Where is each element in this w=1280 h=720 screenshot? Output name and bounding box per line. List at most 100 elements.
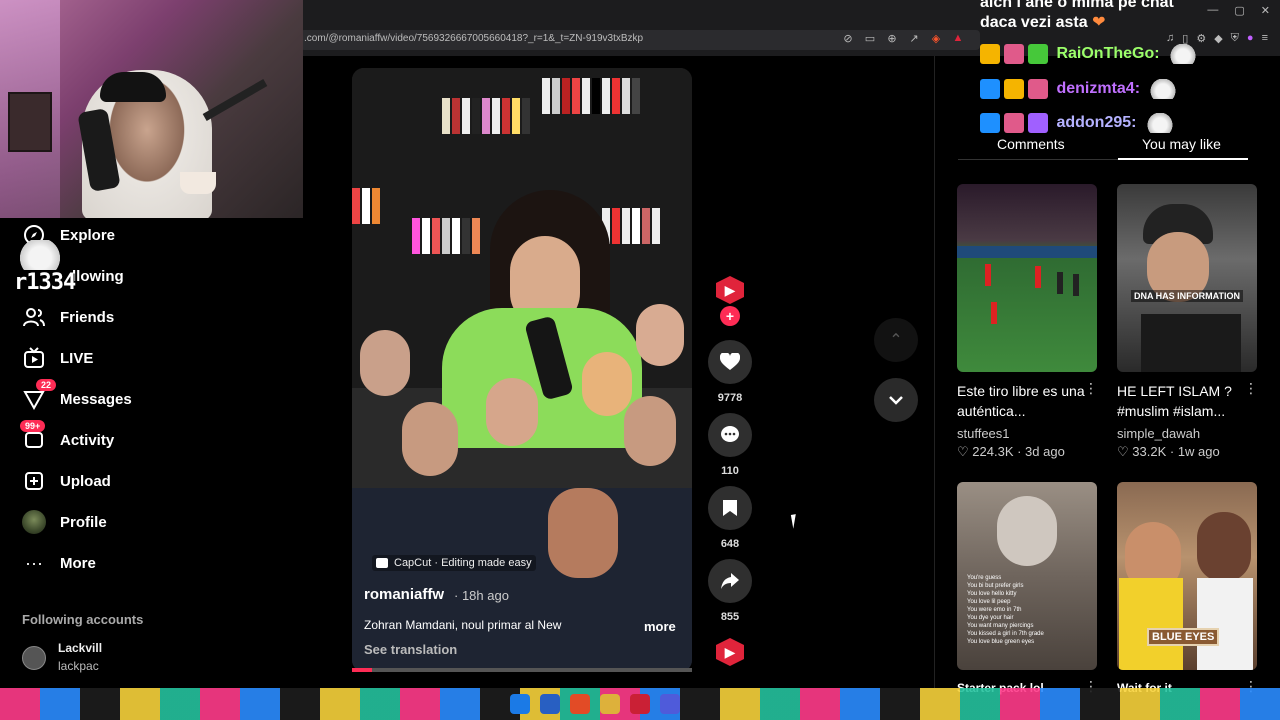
bookmark-icon[interactable] (708, 486, 752, 530)
chevron-down-icon (889, 396, 903, 405)
sidebar-item-upload[interactable]: Upload (22, 466, 111, 496)
video-player[interactable] (352, 68, 692, 672)
vpn-icon[interactable]: ⛨ (1231, 32, 1239, 45)
share-count: 855 (720, 611, 740, 623)
mod-badge-icon (980, 113, 1000, 133)
active-tab-indicator (1118, 158, 1248, 160)
video-thumbnail[interactable]: BLUE EYES (1117, 482, 1257, 670)
windows-start-icon[interactable] (510, 694, 530, 714)
video-thumbnail[interactable]: You're guess You bi but prefer girls You l… (957, 482, 1097, 670)
share-action: 855 (708, 559, 752, 623)
brave-shield-icon[interactable]: ◈ (928, 32, 944, 45)
card-title[interactable]: Este tiro libre es una auténtica... (957, 381, 1087, 421)
card-author[interactable]: stuffees1 (957, 426, 1010, 441)
video-progress-track[interactable] (352, 668, 692, 672)
zoom-icon[interactable]: ⊕ (884, 32, 900, 45)
profile-icon[interactable]: ● (1247, 32, 1254, 45)
author-avatar-button[interactable]: ▶ (716, 276, 744, 304)
account-name[interactable]: Lackvill (58, 641, 102, 655)
creeper-badge-icon (1004, 113, 1024, 133)
more-vertical-icon[interactable]: ⋮ (1244, 380, 1258, 397)
save-action: 648 (708, 486, 752, 550)
chat-username: denizmta4: (1056, 80, 1141, 98)
creeper-badge-icon (1004, 44, 1024, 64)
chat-message-top-2: daca vezi asta ❤ (980, 14, 1106, 31)
sidebar-item-label: Friends (60, 308, 115, 326)
tab-you-may-like[interactable]: You may like (1142, 136, 1221, 152)
sidebar-item-label: LIVE (60, 349, 94, 367)
avatar[interactable] (22, 646, 46, 670)
close-icon[interactable]: ✕ (1261, 4, 1270, 17)
chat-username: addon295: (1056, 114, 1137, 132)
heart-icon[interactable] (708, 340, 752, 384)
thumbnail-overlay-text: BLUE EYES (1147, 628, 1220, 646)
maximize-icon[interactable]: ▢ (1234, 4, 1244, 17)
sidebar-item-friends[interactable]: Friends (22, 302, 114, 332)
music-disc-icon[interactable]: ▶ (716, 638, 744, 666)
wallet-icon[interactable]: ◆ (1214, 32, 1222, 45)
folder-icon[interactable] (600, 694, 620, 714)
sidebar-item-messages[interactable]: 22 Messages (22, 379, 132, 414)
mod-badge-icon (980, 79, 1000, 99)
tab-comments[interactable]: Comments (997, 136, 1065, 152)
chat-message: denizmta4: (980, 79, 1177, 99)
like-action: 9778 (708, 340, 752, 404)
extensions-icon[interactable]: ⚙ (1196, 32, 1206, 45)
follow-plus-icon[interactable]: + (720, 306, 740, 326)
card-stats: ♡ 224.3K · 3d ago (957, 444, 1065, 459)
more-vertical-icon[interactable]: ⋮ (1084, 380, 1098, 397)
capcut-label[interactable]: CapCut · Editing made easy (372, 555, 536, 571)
previous-video-button[interactable]: ⌃ (874, 318, 918, 362)
crown-badge-icon (1004, 79, 1024, 99)
sticker-text: r1334 (14, 270, 76, 295)
crown-badge-icon (980, 44, 1000, 64)
overlay-line: You were emo in 7th (967, 607, 1022, 613)
app-icon[interactable] (630, 694, 650, 714)
chat-message: addon295: (980, 113, 1173, 133)
see-translation-link[interactable]: See translation (364, 642, 457, 657)
chat-message: RaiOnTheGo: (980, 44, 1197, 64)
friends-icon (22, 305, 46, 329)
address-bar-text[interactable]: .com/@romaniaffw/video/75693266670056604… (304, 33, 643, 44)
cast-icon[interactable]: ▭ (862, 32, 878, 45)
sidebar-item-label: llowing (72, 267, 124, 285)
video-thumbnail[interactable]: DNA HAS INFORMATION (1117, 184, 1257, 372)
discord-icon[interactable] (660, 694, 680, 714)
video-progress-fill (352, 668, 373, 672)
mute-icon[interactable]: ⊘ (840, 32, 856, 45)
capcut-text: CapCut · Editing made easy (394, 557, 532, 569)
brave-rewards-icon[interactable]: ▲ (950, 32, 966, 45)
overlay-line: You want many piercings (967, 623, 1034, 629)
creeper-badge-icon (1028, 79, 1048, 99)
caption-more-button[interactable]: more (644, 619, 676, 634)
taskbar (0, 688, 1280, 720)
account-handle: lackpac (58, 659, 99, 673)
thumbnail-overlay-text: You're guess You bi but prefer girls You l… (967, 574, 1044, 646)
video-thumbnail[interactable] (957, 184, 1097, 372)
messages-icon: 22 (22, 379, 57, 411)
sidebar-item-label: More (60, 554, 96, 572)
next-video-button[interactable] (874, 378, 918, 422)
like-count: 9778 (717, 392, 743, 404)
comment-count: 110 (721, 465, 739, 477)
chevron-up-icon: ⌃ (889, 332, 903, 349)
card-title[interactable]: HE LEFT ISLAM ? #muslim #islam... (1117, 381, 1247, 421)
sidebar-item-activity[interactable]: 99+ Activity (20, 420, 114, 455)
app-icon[interactable] (540, 694, 560, 714)
avatar-icon (22, 510, 46, 534)
sidebar-item-more[interactable]: ··· More (22, 548, 96, 578)
video-author[interactable]: romaniaffw (364, 586, 444, 603)
brave-icon[interactable] (570, 694, 590, 714)
minimize-icon[interactable]: — (1207, 4, 1218, 17)
sidebar-item-profile[interactable]: Profile (22, 507, 107, 537)
comment-icon[interactable] (708, 413, 752, 457)
card-author[interactable]: simple_dawah (1117, 426, 1200, 441)
video-caption: Zohran Mamdani, noul primar al New (364, 618, 562, 632)
share-arrow-icon[interactable] (708, 559, 752, 603)
menu-icon[interactable]: ≡ (1262, 32, 1268, 45)
more-icon: ··· (25, 552, 43, 573)
share-icon[interactable]: ↗ (906, 32, 922, 45)
window-controls: — ▢ ✕ (1207, 4, 1270, 17)
sidebar-item-live[interactable]: LIVE (22, 343, 93, 373)
activity-badge: 99+ (20, 420, 46, 432)
